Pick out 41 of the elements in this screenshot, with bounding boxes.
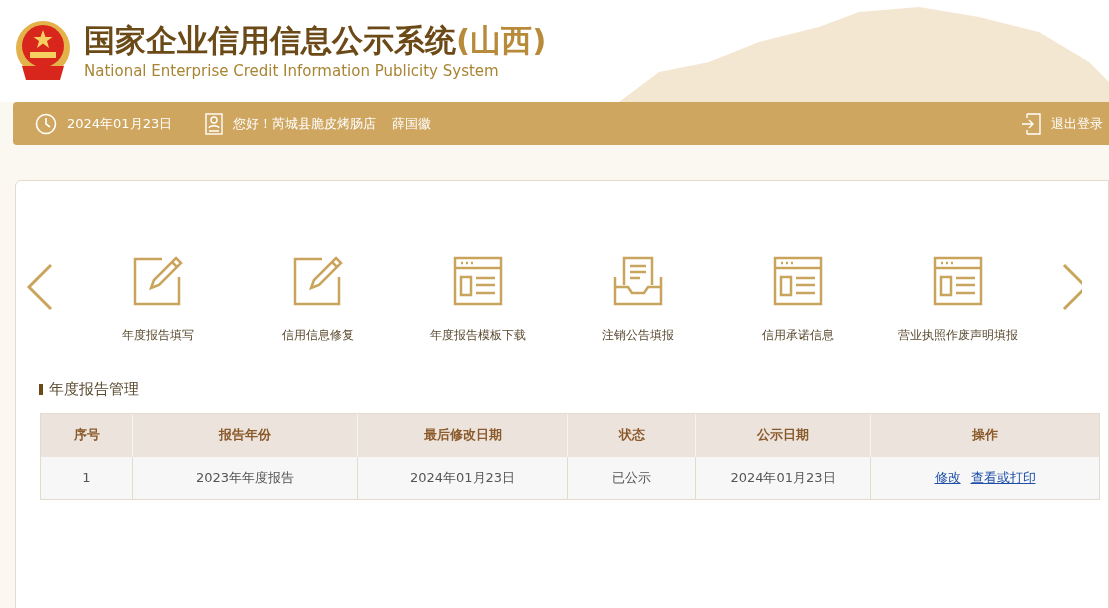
action-link[interactable]: 修改 bbox=[934, 467, 961, 488]
column-header: 状态 bbox=[568, 413, 696, 457]
chevron-left-icon bbox=[26, 263, 54, 311]
document-icon bbox=[772, 255, 824, 307]
column-header: 操作 bbox=[971, 426, 999, 445]
table-cell: 2024年01月23日 bbox=[696, 456, 871, 499]
chevron-right-icon bbox=[1062, 263, 1082, 311]
user-card-icon bbox=[205, 112, 224, 135]
shortcut-item[interactable]: 年度报告模板下载 bbox=[398, 255, 558, 344]
clock-icon bbox=[35, 112, 57, 135]
section-marker bbox=[39, 383, 43, 395]
table-cell: 1 bbox=[41, 456, 133, 499]
table-cell: 2023年年度报告 bbox=[133, 456, 358, 499]
previous-arrow-button[interactable] bbox=[26, 263, 54, 311]
shortcut-item[interactable]: 信用承诺信息 bbox=[718, 255, 878, 344]
edit-icon bbox=[132, 255, 184, 307]
region-label: (山西) bbox=[456, 20, 547, 60]
edit-icon bbox=[292, 255, 344, 307]
section-title: 年度报告管理 bbox=[49, 379, 139, 400]
greeting-text: 您好！芮城县脆皮烤肠店 bbox=[233, 114, 377, 133]
date-text: 2024年01月23日 bbox=[67, 114, 173, 133]
site-subtitle: National Enterprise Credit Information Publicity System bbox=[84, 60, 500, 82]
shortcut-item[interactable]: 年度报告填写 bbox=[78, 255, 238, 344]
user-name: 薛国徽 bbox=[392, 114, 432, 133]
shortcut-item[interactable]: 信用信息修复 bbox=[238, 255, 398, 344]
column-header: 报告年份 bbox=[133, 413, 358, 457]
document-icon bbox=[932, 255, 984, 307]
column-header: 最后修改日期 bbox=[358, 413, 568, 457]
emblem-drawing bbox=[14, 20, 72, 82]
table-cell: 已公示 bbox=[568, 456, 696, 499]
shortcut-item[interactable]: 营业执照作废声明填报 bbox=[878, 255, 1038, 344]
action-link[interactable]: 查看或打印 bbox=[970, 467, 1036, 488]
logout-icon bbox=[1021, 112, 1041, 135]
table-cell: 2024年01月23日 bbox=[358, 456, 568, 499]
shortcut-item[interactable]: 注销公告填报 bbox=[558, 255, 718, 344]
site-title: 国家企业信用信息公示系统 bbox=[84, 20, 456, 60]
document-icon bbox=[452, 255, 504, 307]
inbox-icon bbox=[612, 255, 664, 307]
column-header: 公示日期 bbox=[696, 413, 871, 457]
next-arrow-button[interactable] bbox=[1062, 263, 1082, 311]
column-header: 序号 bbox=[41, 413, 133, 457]
